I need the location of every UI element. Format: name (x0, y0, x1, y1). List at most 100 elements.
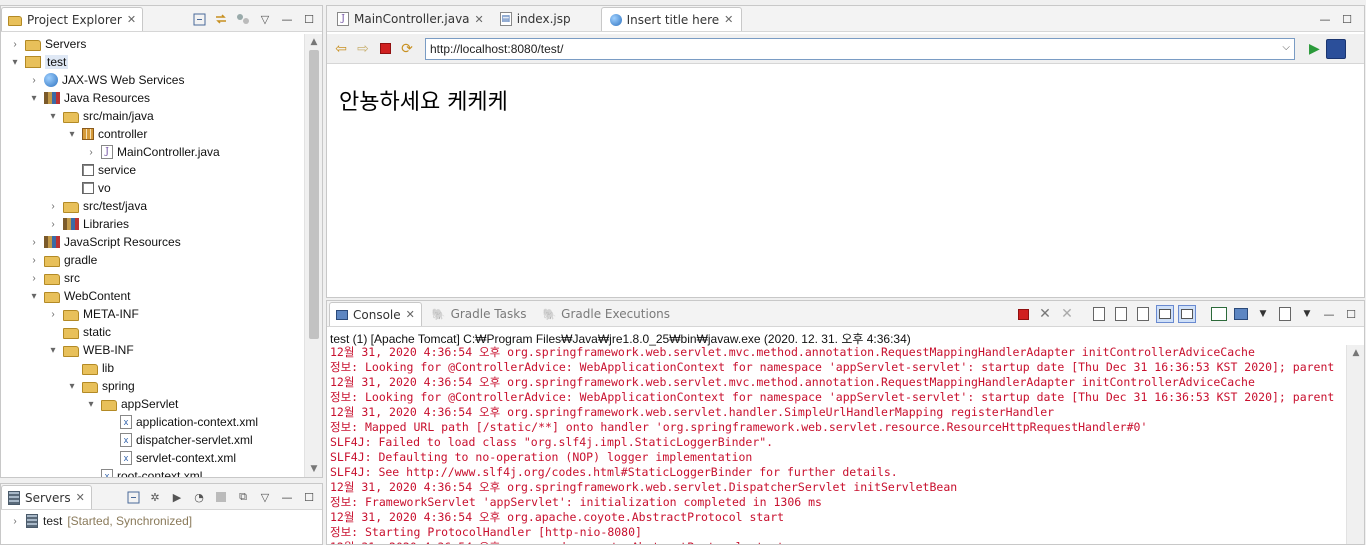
tree-item[interactable]: ▾ test (9, 53, 69, 71)
close-icon[interactable]: ✕ (724, 13, 733, 26)
tree-item[interactable]: › gradle (28, 251, 97, 269)
maximize-icon[interactable]: ☐ (1342, 305, 1360, 323)
scroll-thumb[interactable] (309, 50, 319, 339)
stop-icon[interactable] (377, 41, 393, 57)
tree-item[interactable]: ▾ Java Resources (28, 89, 150, 107)
collapse-all-icon[interactable] (124, 488, 142, 506)
tab-project-explorer[interactable]: Project Explorer ✕ (1, 7, 144, 31)
back-icon[interactable]: ⇦ (333, 41, 349, 57)
expand-icon[interactable]: › (28, 273, 40, 284)
expand-icon[interactable]: › (9, 39, 21, 50)
console-tab[interactable]: 🐘 Gradle Tasks (426, 302, 533, 326)
collapse-icon[interactable]: ▾ (85, 399, 97, 410)
expand-icon[interactable]: › (47, 201, 59, 212)
expand-icon[interactable]: › (85, 147, 97, 158)
editor-tab[interactable]: ▤ index.jsp (492, 7, 601, 31)
maximize-icon[interactable]: ☐ (300, 10, 318, 28)
editor-tab[interactable]: Insert title here ✕ (600, 7, 743, 31)
profile-icon[interactable]: ◔ (190, 488, 208, 506)
stop-server-icon[interactable] (212, 488, 230, 506)
expand-icon[interactable]: › (28, 75, 40, 86)
tree-item[interactable]: › META-INF (47, 305, 138, 323)
collapse-icon[interactable]: ▾ (47, 345, 59, 356)
explorer-scrollbar[interactable]: ▲ ▼ (304, 34, 322, 477)
tab-servers[interactable]: Servers ✕ (1, 485, 92, 509)
refresh-icon[interactable]: ⟳ (399, 41, 415, 57)
open-external-browser-icon[interactable] (1325, 38, 1346, 59)
tree-item[interactable]: › J MainController.java (85, 143, 220, 161)
scroll-lock-icon[interactable] (1112, 305, 1130, 323)
collapse-icon[interactable]: ▾ (28, 291, 40, 302)
tree-item[interactable]: vo (66, 179, 111, 197)
forward-icon[interactable]: ⇨ (355, 41, 371, 57)
server-entry[interactable]: › test [Started, Synchronized] (9, 514, 192, 528)
close-icon[interactable]: ✕ (475, 13, 484, 26)
remove-all-launches-icon[interactable]: ✕ (1058, 305, 1076, 323)
collapse-all-icon[interactable] (190, 10, 208, 28)
scroll-up-icon[interactable]: ▲ (1347, 345, 1364, 361)
scroll-up-icon[interactable]: ▲ (305, 34, 322, 50)
scroll-down-icon[interactable]: ▼ (305, 461, 322, 477)
collapse-icon[interactable]: ▾ (66, 381, 78, 392)
tree-item[interactable]: › Servers (9, 35, 86, 53)
minimize-icon[interactable]: — (1316, 10, 1334, 28)
tree-item[interactable]: x servlet-context.xml (104, 449, 236, 467)
tree-item[interactable]: ▾ WEB-INF (47, 341, 133, 359)
tree-item[interactable]: service (66, 161, 136, 179)
tree-item[interactable]: › JavaScript Resources (28, 233, 180, 251)
maximize-icon[interactable]: ☐ (300, 488, 318, 506)
open-console-icon[interactable] (1276, 305, 1294, 323)
collapse-icon[interactable]: ▾ (9, 57, 21, 68)
collapse-icon[interactable]: ▾ (47, 111, 59, 122)
console-tab[interactable]: 🐘 Gradle Executions (536, 302, 676, 326)
tree-item[interactable]: lib (66, 359, 114, 377)
console-output[interactable]: 12월 31, 2020 4:36:54 오후 org.springframew… (330, 345, 1346, 544)
minimize-icon[interactable]: — (1320, 305, 1338, 323)
word-wrap-icon[interactable] (1134, 305, 1152, 323)
url-input[interactable]: http://localhost:8080/test/ ⌵ (425, 37, 1295, 60)
debug-icon[interactable]: ✲ (146, 488, 164, 506)
tree-item[interactable]: x root-context.xml (85, 467, 202, 477)
tree-item[interactable]: › src (28, 269, 80, 287)
display-console-dropdown-icon[interactable]: ▼ (1254, 305, 1272, 323)
chevron-down-icon[interactable]: ⌵ (1282, 42, 1290, 53)
collapse-icon[interactable]: ▾ (28, 93, 40, 104)
go-icon[interactable]: ▶ (1309, 41, 1320, 57)
terminate-icon[interactable] (1014, 305, 1032, 323)
expand-icon[interactable]: › (9, 516, 21, 527)
publish-icon[interactable]: ⧉ (234, 488, 252, 506)
tree-item[interactable]: ▾ appServlet (85, 395, 178, 413)
tree-item[interactable]: › JAX-WS Web Services (28, 71, 184, 89)
remove-launch-icon[interactable]: ✕ (1036, 305, 1054, 323)
tree-item[interactable]: ▾ src/main/java (47, 107, 153, 125)
minimize-icon[interactable]: — (278, 488, 296, 506)
minimize-icon[interactable]: — (278, 10, 296, 28)
tree-item[interactable]: › Libraries (47, 215, 129, 233)
clear-console-icon[interactable] (1090, 305, 1108, 323)
tree-item[interactable]: ▾ WebContent (28, 287, 130, 305)
collapse-icon[interactable]: ▾ (66, 129, 78, 140)
tree-item[interactable]: x application-context.xml (104, 413, 258, 431)
view-menu-icon[interactable]: ▽ (256, 488, 274, 506)
expand-icon[interactable]: › (47, 309, 59, 320)
tree-item[interactable]: x dispatcher-servlet.xml (104, 431, 253, 449)
tree-item[interactable]: ▾ spring (66, 377, 134, 395)
expand-icon[interactable]: › (28, 255, 40, 266)
view-menu-icon[interactable]: ▽ (256, 10, 274, 28)
maximize-icon[interactable]: ☐ (1338, 10, 1356, 28)
link-with-editor-icon[interactable] (212, 10, 230, 28)
close-icon[interactable]: ✕ (406, 308, 415, 321)
tree-item[interactable]: › src/test/java (47, 197, 147, 215)
start-server-icon[interactable]: ▶ (168, 488, 186, 506)
tree-item[interactable]: ▾ controller (66, 125, 147, 143)
close-icon[interactable]: ✕ (76, 491, 85, 504)
open-console-dropdown-icon[interactable]: ▼ (1298, 305, 1316, 323)
console-scrollbar[interactable]: ▲ (1346, 345, 1364, 544)
console-tab[interactable]: Console ✕ (329, 302, 422, 326)
pin-console-icon[interactable] (1210, 305, 1228, 323)
filter-icon[interactable] (234, 10, 252, 28)
tree-item[interactable]: static (47, 323, 111, 341)
expand-icon[interactable]: › (28, 237, 40, 248)
expand-icon[interactable]: › (47, 219, 59, 230)
show-on-stdout-icon[interactable] (1156, 305, 1174, 323)
